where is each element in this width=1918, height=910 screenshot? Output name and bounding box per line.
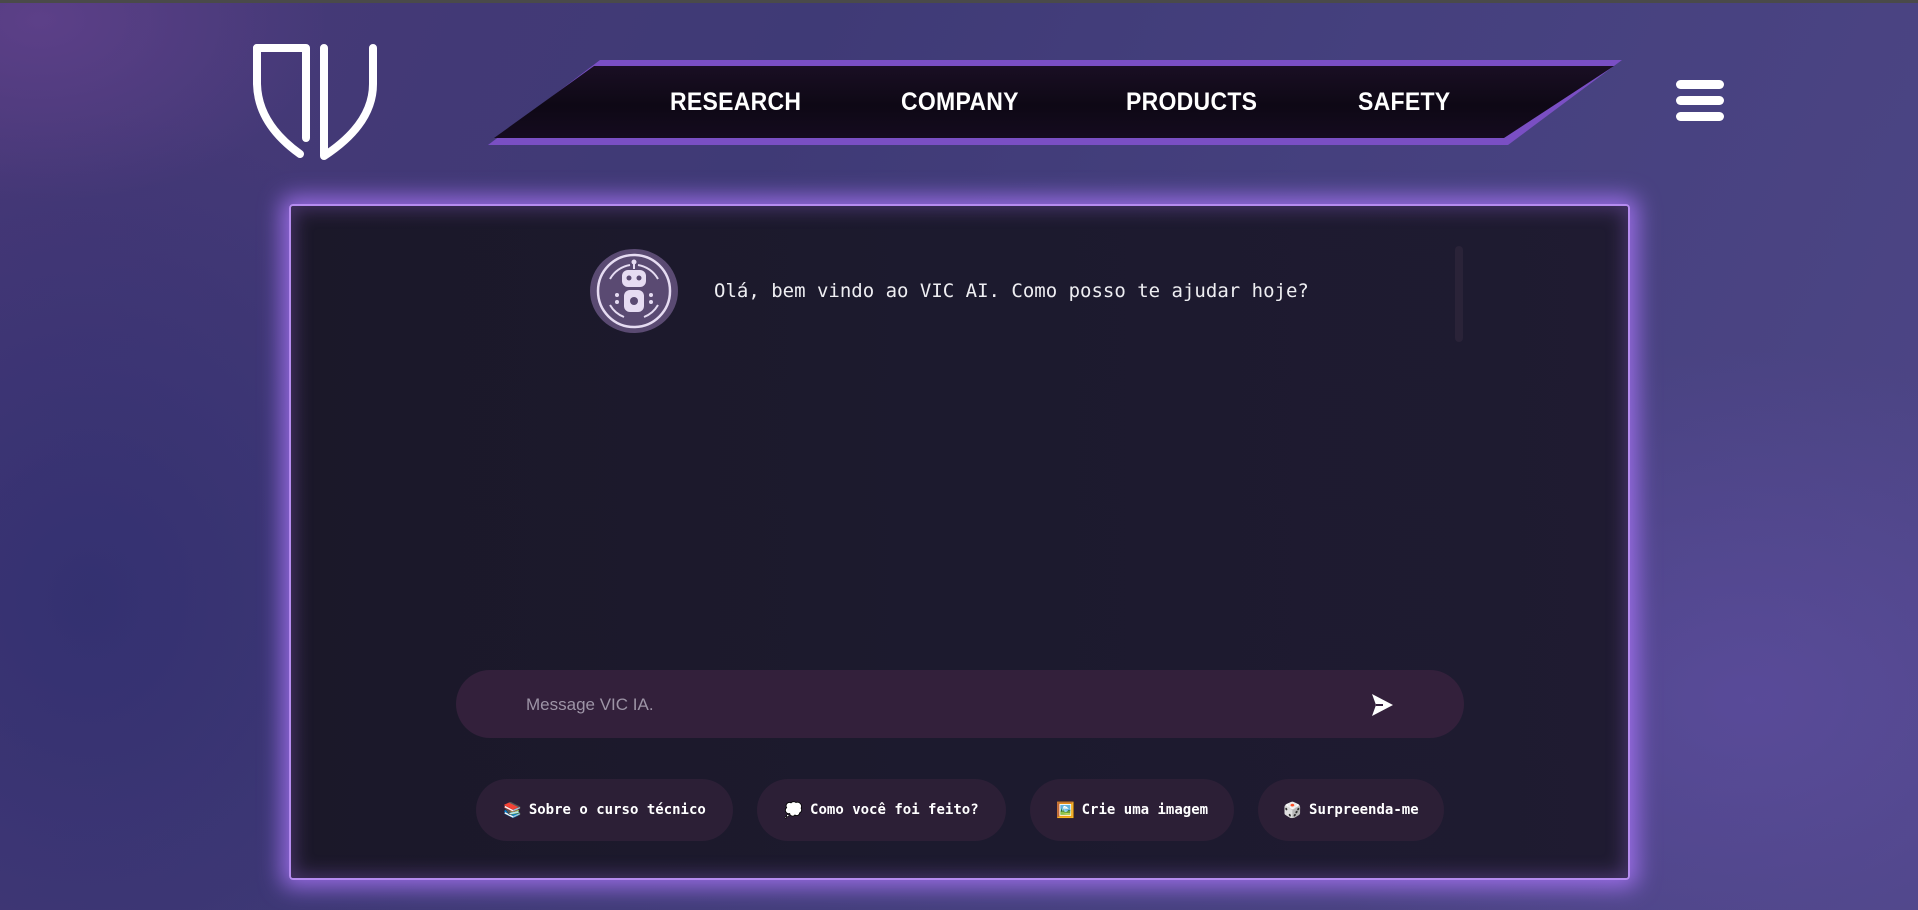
bot-greeting-message: Olá, bem vindo ao VIC AI. Como posso te … [714, 280, 1309, 302]
suggestion-label: Como você foi feito? [810, 802, 979, 818]
window-top-edge [0, 0, 1918, 3]
speech-bubble-icon: 💭 [784, 801, 804, 819]
vic-logo[interactable] [252, 44, 378, 162]
nav-safety[interactable]: SAFETY [1358, 86, 1450, 118]
suggestion-how-made[interactable]: 💭 Como você foi feito? [757, 779, 1006, 841]
chat-scrollbar[interactable] [1455, 246, 1463, 342]
nav-products[interactable]: PRODUCTS [1126, 86, 1257, 118]
suggestion-label: Crie uma imagem [1081, 802, 1209, 818]
robot-icon [596, 253, 672, 329]
suggestion-label: Surpreenda-me [1309, 802, 1419, 818]
bot-avatar [590, 249, 678, 333]
nav-research[interactable]: RESEARCH [670, 86, 801, 118]
message-input[interactable] [524, 688, 1348, 722]
suggestion-surprise[interactable]: 🎲 Surpreenda-me [1258, 779, 1444, 841]
suggestion-course[interactable]: 📚 Sobre o curso técnico [476, 779, 733, 841]
nav-company[interactable]: COMPANY [901, 86, 1019, 118]
hamburger-menu-icon[interactable] [1676, 80, 1724, 122]
suggestion-label: Sobre o curso técnico [528, 802, 706, 818]
send-icon[interactable] [1369, 692, 1395, 718]
picture-icon: 🖼️ [1055, 801, 1075, 819]
suggestion-create-image[interactable]: 🖼️ Crie uma imagem [1030, 779, 1234, 841]
books-icon: 📚 [503, 801, 522, 819]
dice-icon: 🎲 [1283, 801, 1303, 819]
